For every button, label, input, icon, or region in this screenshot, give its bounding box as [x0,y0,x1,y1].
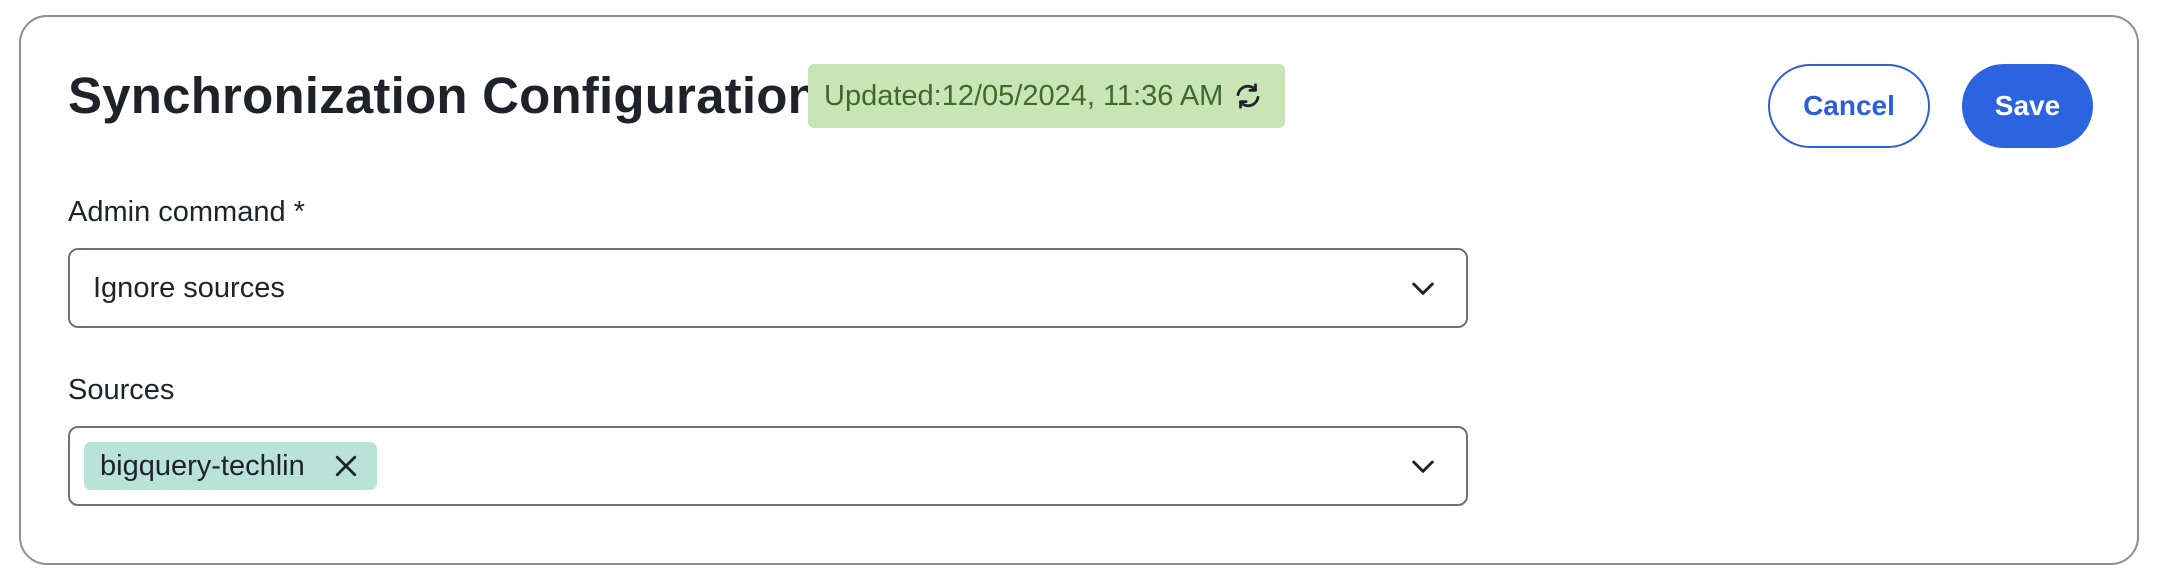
admin-command-value: Ignore sources [93,271,285,304]
source-tag-label: bigquery-techlin [100,449,305,482]
sources-multiselect[interactable]: bigquery-techlin [68,426,1468,506]
save-button[interactable]: Save [1962,64,2093,148]
cancel-button[interactable]: Cancel [1768,64,1930,148]
sync-icon[interactable] [1233,81,1263,111]
chevron-down-icon[interactable] [1407,450,1439,482]
close-icon[interactable] [331,451,361,481]
admin-command-label: Admin command * [68,196,305,228]
chevron-down-icon[interactable] [1407,272,1439,304]
updated-status-badge: Updated:12/05/2024, 11:36 AM [808,64,1286,128]
admin-command-select[interactable]: Ignore sources [68,248,1468,328]
source-tag: bigquery-techlin [84,442,377,490]
sources-label: Sources [68,374,175,406]
updated-timestamp: Updated:12/05/2024, 11:36 AM [824,79,1224,112]
page-title: Synchronization Configuration [68,67,819,124]
